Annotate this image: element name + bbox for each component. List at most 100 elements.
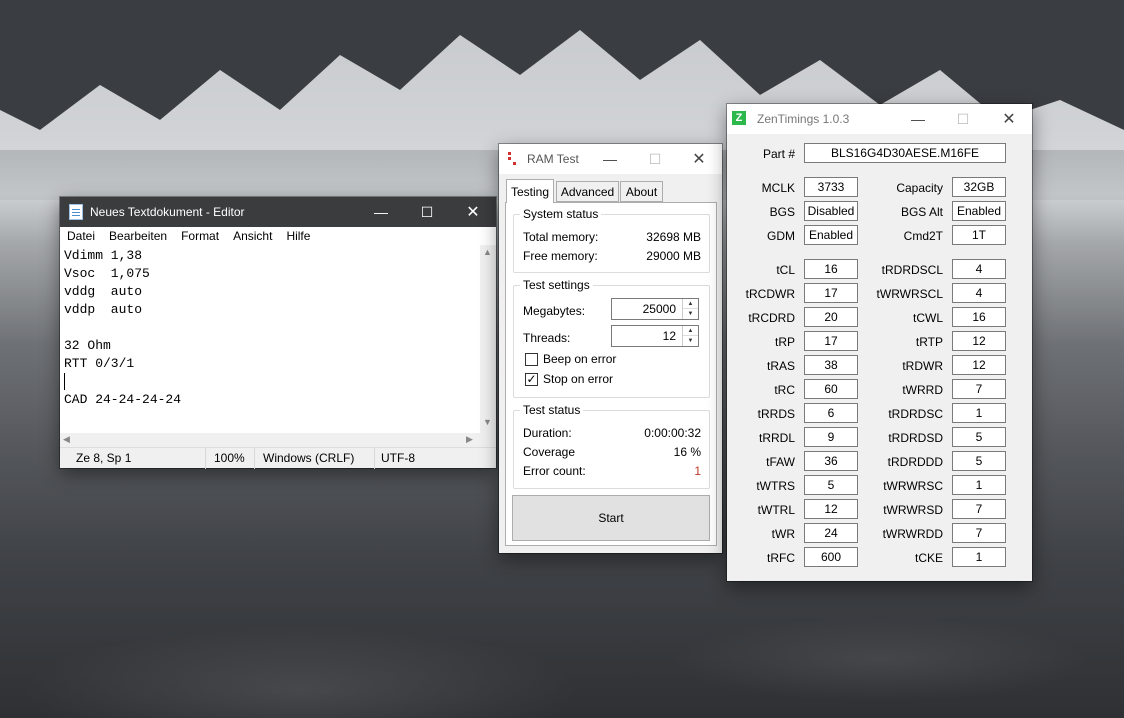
timing-label: tRDRDSC: [888, 407, 943, 421]
ramtest-app-icon: [508, 152, 518, 166]
timing-value: 5: [804, 475, 858, 495]
timing-label: tWRWRSD: [883, 503, 943, 517]
timing-label: tWRWRSCL: [876, 287, 943, 301]
spin-down-icon[interactable]: ▼: [683, 309, 698, 319]
menu-hilfe[interactable]: Hilfe: [279, 229, 317, 243]
threads-stepper[interactable]: 12 ▲ ▼: [611, 325, 699, 347]
total-memory-label: Total memory:: [523, 230, 599, 244]
timing-value: 32GB: [952, 177, 1006, 197]
timing-value: 17: [804, 283, 858, 303]
stop-on-error-label[interactable]: Stop on error: [543, 372, 613, 386]
threads-label: Threads:: [523, 331, 571, 345]
status-line-ending: Windows (CRLF): [255, 447, 375, 469]
menu-datei[interactable]: Datei: [60, 229, 102, 243]
timing-label: tWTRL: [757, 503, 795, 517]
beep-on-error-checkbox[interactable]: [525, 353, 538, 366]
megabytes-spin-buttons: ▲ ▼: [682, 299, 698, 319]
status-position: Ze 8, Sp 1: [60, 447, 206, 469]
timing-value: 17: [804, 331, 858, 351]
tab-testing[interactable]: Testing: [506, 179, 554, 203]
timing-label: tRRDL: [758, 431, 795, 445]
duration-label: Duration:: [523, 426, 572, 440]
error-count-value: 1: [694, 464, 701, 478]
close-icon[interactable]: ✕: [450, 197, 496, 227]
minimize-icon[interactable]: —: [587, 144, 633, 174]
timing-label: tRDRDSD: [888, 431, 943, 445]
timing-label: tWRWRSC: [883, 479, 943, 493]
timing-value: 16: [804, 259, 858, 279]
scroll-down-icon[interactable]: ▼: [483, 417, 492, 427]
timing-value: 7: [952, 523, 1006, 543]
system-status-title: System status: [520, 207, 602, 221]
spin-down-icon[interactable]: ▼: [683, 336, 698, 346]
scroll-right-icon[interactable]: ▶: [466, 434, 473, 445]
scroll-left-icon[interactable]: ◀: [63, 434, 70, 445]
minimize-icon[interactable]: —: [895, 104, 941, 134]
menu-format[interactable]: Format: [174, 229, 226, 243]
timing-label: tRP: [774, 335, 795, 349]
tab-about[interactable]: About: [620, 181, 663, 202]
timing-value: 3733: [804, 177, 858, 197]
timing-value: Enabled: [952, 201, 1006, 221]
checkmark-icon: ✓: [526, 372, 537, 386]
menu-ansicht[interactable]: Ansicht: [226, 229, 279, 243]
timing-value: 5: [952, 427, 1006, 447]
timing-value: 38: [804, 355, 858, 375]
zentimings-logo-icon: Z: [732, 111, 746, 125]
close-icon[interactable]: ✕: [986, 104, 1032, 134]
start-button[interactable]: Start: [512, 495, 710, 541]
scroll-up-icon[interactable]: ▲: [483, 247, 492, 257]
vertical-scrollbar[interactable]: ▲ ▼: [480, 245, 496, 433]
ramtest-titlebar[interactable]: RAM Test — ☐ ✕: [499, 144, 722, 174]
timing-value: 4: [952, 259, 1006, 279]
text-edit-area[interactable]: Vdimm 1,38 Vsoc 1,075 vddg auto vddp aut…: [60, 245, 480, 433]
status-encoding: UTF-8: [381, 451, 415, 465]
stop-on-error-checkbox[interactable]: ✓: [525, 373, 538, 386]
test-status-title: Test status: [520, 403, 584, 417]
maximize-icon[interactable]: ☐: [632, 144, 678, 174]
megabytes-stepper[interactable]: 25000 ▲ ▼: [611, 298, 699, 320]
timing-label: Cmd2T: [903, 229, 943, 243]
timing-value: Enabled: [804, 225, 858, 245]
timing-label: tRDRDDD: [887, 455, 943, 469]
timing-value: 1T: [952, 225, 1006, 245]
timing-label: tRFC: [767, 551, 795, 565]
test-settings-group: Test settings Megabytes: 25000 ▲ ▼ Threa…: [513, 278, 710, 398]
minimize-icon[interactable]: —: [358, 197, 404, 227]
timing-value: 20: [804, 307, 858, 327]
notepad-menubar: Datei Bearbeiten Format Ansicht Hilfe: [60, 227, 496, 245]
tab-advanced[interactable]: Advanced: [556, 181, 619, 202]
maximize-icon[interactable]: ☐: [404, 197, 450, 227]
notepad-titlebar[interactable]: Neues Textdokument - Editor — ☐ ✕: [60, 197, 496, 227]
timing-value: Disabled: [804, 201, 858, 221]
timing-value: 24: [804, 523, 858, 543]
spin-up-icon[interactable]: ▲: [683, 326, 698, 336]
status-zoom: 100%: [206, 447, 255, 469]
timing-value: 7: [952, 379, 1006, 399]
beep-on-error-label[interactable]: Beep on error: [543, 352, 616, 366]
timing-label: BGS Alt: [900, 205, 943, 219]
error-count-label: Error count:: [523, 464, 586, 478]
maximize-icon[interactable]: ☐: [940, 104, 986, 134]
spin-up-icon[interactable]: ▲: [683, 299, 698, 309]
timing-label: tRCDWR: [745, 287, 795, 301]
timing-label: tRAS: [766, 359, 795, 373]
timing-label: tRDRDSCL: [881, 263, 943, 277]
timing-label: tFAW: [766, 455, 795, 469]
horizontal-scrollbar[interactable]: ◀ ▶: [60, 433, 480, 447]
close-icon[interactable]: ✕: [676, 144, 722, 174]
total-memory-value: 32698 MB: [646, 230, 701, 244]
threads-value: 12: [662, 329, 676, 343]
menu-bearbeiten[interactable]: Bearbeiten: [102, 229, 174, 243]
timing-value: 1: [952, 547, 1006, 567]
zentimings-titlebar[interactable]: Z ZenTimings 1.0.3 — ☐ ✕: [727, 104, 1032, 134]
test-status-group: Test status Duration: 0:00:00:32 Coverag…: [513, 403, 710, 489]
coverage-label: Coverage: [523, 445, 576, 459]
timing-label: tRCDRD: [748, 311, 795, 325]
timing-label: Capacity: [896, 181, 943, 195]
text-caret: [64, 373, 65, 390]
timing-label: tCWL: [913, 311, 943, 325]
timing-value: 1: [952, 475, 1006, 495]
test-settings-title: Test settings: [520, 278, 593, 292]
timing-value: 60: [804, 379, 858, 399]
